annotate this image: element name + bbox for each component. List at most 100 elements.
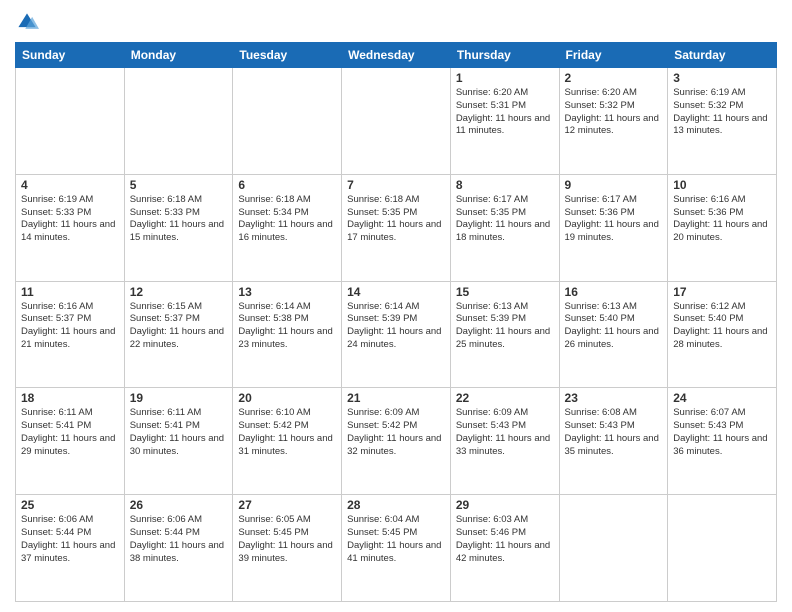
calendar-cell: 18 Sunrise: 6:11 AM Sunset: 5:41 PM Dayli… [16,388,125,495]
calendar-cell: 8 Sunrise: 6:17 AM Sunset: 5:35 PM Daylig… [450,174,559,281]
day-info: Sunrise: 6:20 AM Sunset: 5:31 PM Dayligh… [456,87,554,138]
weekday-header-sunday: Sunday [16,43,125,68]
weekday-header-monday: Monday [124,43,233,68]
calendar-cell: 28 Sunrise: 6:04 AM Sunset: 5:45 PM Dayli… [342,495,451,602]
calendar-cell: 26 Sunrise: 6:06 AM Sunset: 5:44 PM Dayli… [124,495,233,602]
weekday-header-thursday: Thursday [450,43,559,68]
calendar-cell: 13 Sunrise: 6:14 AM Sunset: 5:38 PM Dayli… [233,281,342,388]
day-info: Sunrise: 6:13 AM Sunset: 5:39 PM Dayligh… [456,301,554,352]
day-info: Sunrise: 6:16 AM Sunset: 5:36 PM Dayligh… [673,194,771,245]
day-number: 12 [130,285,228,299]
day-info: Sunrise: 6:13 AM Sunset: 5:40 PM Dayligh… [565,301,663,352]
day-info: Sunrise: 6:12 AM Sunset: 5:40 PM Dayligh… [673,301,771,352]
calendar-cell: 12 Sunrise: 6:15 AM Sunset: 5:37 PM Dayli… [124,281,233,388]
day-number: 6 [238,178,336,192]
day-number: 28 [347,498,445,512]
calendar-body: 1 Sunrise: 6:20 AM Sunset: 5:31 PM Daylig… [16,68,777,602]
day-info: Sunrise: 6:10 AM Sunset: 5:42 PM Dayligh… [238,407,336,458]
weekday-header-friday: Friday [559,43,668,68]
calendar-cell: 17 Sunrise: 6:12 AM Sunset: 5:40 PM Dayli… [668,281,777,388]
day-number: 22 [456,391,554,405]
day-info: Sunrise: 6:04 AM Sunset: 5:45 PM Dayligh… [347,514,445,565]
calendar-cell: 2 Sunrise: 6:20 AM Sunset: 5:32 PM Daylig… [559,68,668,175]
day-number: 4 [21,178,119,192]
calendar-cell: 16 Sunrise: 6:13 AM Sunset: 5:40 PM Dayli… [559,281,668,388]
weekday-row: SundayMondayTuesdayWednesdayThursdayFrid… [16,43,777,68]
day-number: 11 [21,285,119,299]
day-number: 13 [238,285,336,299]
day-info: Sunrise: 6:03 AM Sunset: 5:46 PM Dayligh… [456,514,554,565]
day-number: 1 [456,71,554,85]
weekday-header-saturday: Saturday [668,43,777,68]
day-info: Sunrise: 6:08 AM Sunset: 5:43 PM Dayligh… [565,407,663,458]
day-number: 18 [21,391,119,405]
calendar-cell: 25 Sunrise: 6:06 AM Sunset: 5:44 PM Dayli… [16,495,125,602]
day-number: 17 [673,285,771,299]
calendar-cell: 1 Sunrise: 6:20 AM Sunset: 5:31 PM Daylig… [450,68,559,175]
day-number: 8 [456,178,554,192]
calendar-cell: 14Sunrise: 6:14 AM Sunset: 5:39 PM Dayli… [342,281,451,388]
calendar-cell: 24 Sunrise: 6:07 AM Sunset: 5:43 PM Dayli… [668,388,777,495]
calendar-week-4: 18 Sunrise: 6:11 AM Sunset: 5:41 PM Dayli… [16,388,777,495]
day-number: 3 [673,71,771,85]
day-number: 5 [130,178,228,192]
day-number: 20 [238,391,336,405]
day-info: Sunrise: 6:07 AM Sunset: 5:43 PM Dayligh… [673,407,771,458]
day-info: Sunrise: 6:06 AM Sunset: 5:44 PM Dayligh… [21,514,119,565]
day-info: Sunrise: 6:14 AM Sunset: 5:39 PM Dayligh… [347,301,445,352]
calendar-cell: 15 Sunrise: 6:13 AM Sunset: 5:39 PM Dayli… [450,281,559,388]
calendar-cell [559,495,668,602]
calendar-cell: 6 Sunrise: 6:18 AM Sunset: 5:34 PM Daylig… [233,174,342,281]
day-info: Sunrise: 6:16 AM Sunset: 5:37 PM Dayligh… [21,301,119,352]
day-info: Sunrise: 6:14 AM Sunset: 5:38 PM Dayligh… [238,301,336,352]
day-info: Sunrise: 6:15 AM Sunset: 5:37 PM Dayligh… [130,301,228,352]
day-info: Sunrise: 6:20 AM Sunset: 5:32 PM Dayligh… [565,87,663,138]
day-number: 9 [565,178,663,192]
day-number: 21 [347,391,445,405]
day-number: 19 [130,391,228,405]
calendar-cell [668,495,777,602]
calendar-table: SundayMondayTuesdayWednesdayThursdayFrid… [15,42,777,602]
calendar-cell: 5Sunrise: 6:18 AM Sunset: 5:33 PM Daylig… [124,174,233,281]
day-info: Sunrise: 6:09 AM Sunset: 5:43 PM Dayligh… [456,407,554,458]
day-number: 2 [565,71,663,85]
day-info: Sunrise: 6:17 AM Sunset: 5:36 PM Dayligh… [565,194,663,245]
day-number: 16 [565,285,663,299]
calendar-cell: 11 Sunrise: 6:16 AM Sunset: 5:37 PM Dayli… [16,281,125,388]
day-info: Sunrise: 6:18 AM Sunset: 5:35 PM Dayligh… [347,194,445,245]
day-number: 25 [21,498,119,512]
calendar-header: SundayMondayTuesdayWednesdayThursdayFrid… [16,43,777,68]
calendar-week-5: 25 Sunrise: 6:06 AM Sunset: 5:44 PM Dayli… [16,495,777,602]
calendar-week-2: 4 Sunrise: 6:19 AM Sunset: 5:33 PM Daylig… [16,174,777,281]
day-number: 15 [456,285,554,299]
day-number: 29 [456,498,554,512]
logo-icon [15,10,39,34]
day-number: 23 [565,391,663,405]
calendar-week-1: 1 Sunrise: 6:20 AM Sunset: 5:31 PM Daylig… [16,68,777,175]
calendar-cell: 21Sunrise: 6:09 AM Sunset: 5:42 PM Dayli… [342,388,451,495]
day-number: 27 [238,498,336,512]
calendar-week-3: 11 Sunrise: 6:16 AM Sunset: 5:37 PM Dayli… [16,281,777,388]
day-info: Sunrise: 6:05 AM Sunset: 5:45 PM Dayligh… [238,514,336,565]
day-info: Sunrise: 6:19 AM Sunset: 5:33 PM Dayligh… [21,194,119,245]
calendar-cell: 23 Sunrise: 6:08 AM Sunset: 5:43 PM Dayli… [559,388,668,495]
day-info: Sunrise: 6:18 AM Sunset: 5:34 PM Dayligh… [238,194,336,245]
calendar-cell: 22 Sunrise: 6:09 AM Sunset: 5:43 PM Dayli… [450,388,559,495]
calendar-cell: 29 Sunrise: 6:03 AM Sunset: 5:46 PM Dayli… [450,495,559,602]
calendar-cell [233,68,342,175]
day-number: 24 [673,391,771,405]
day-info: Sunrise: 6:17 AM Sunset: 5:35 PM Dayligh… [456,194,554,245]
calendar-cell: 27 Sunrise: 6:05 AM Sunset: 5:45 PM Dayli… [233,495,342,602]
calendar-cell [124,68,233,175]
calendar-cell: 7Sunrise: 6:18 AM Sunset: 5:35 PM Daylig… [342,174,451,281]
day-info: Sunrise: 6:19 AM Sunset: 5:32 PM Dayligh… [673,87,771,138]
day-info: Sunrise: 6:11 AM Sunset: 5:41 PM Dayligh… [21,407,119,458]
calendar-cell: 20 Sunrise: 6:10 AM Sunset: 5:42 PM Dayli… [233,388,342,495]
day-number: 26 [130,498,228,512]
calendar-cell: 4 Sunrise: 6:19 AM Sunset: 5:33 PM Daylig… [16,174,125,281]
day-info: Sunrise: 6:06 AM Sunset: 5:44 PM Dayligh… [130,514,228,565]
calendar-cell: 10Sunrise: 6:16 AM Sunset: 5:36 PM Dayli… [668,174,777,281]
calendar-cell [16,68,125,175]
page: SundayMondayTuesdayWednesdayThursdayFrid… [0,0,792,612]
calendar-cell: 3 Sunrise: 6:19 AM Sunset: 5:32 PM Daylig… [668,68,777,175]
